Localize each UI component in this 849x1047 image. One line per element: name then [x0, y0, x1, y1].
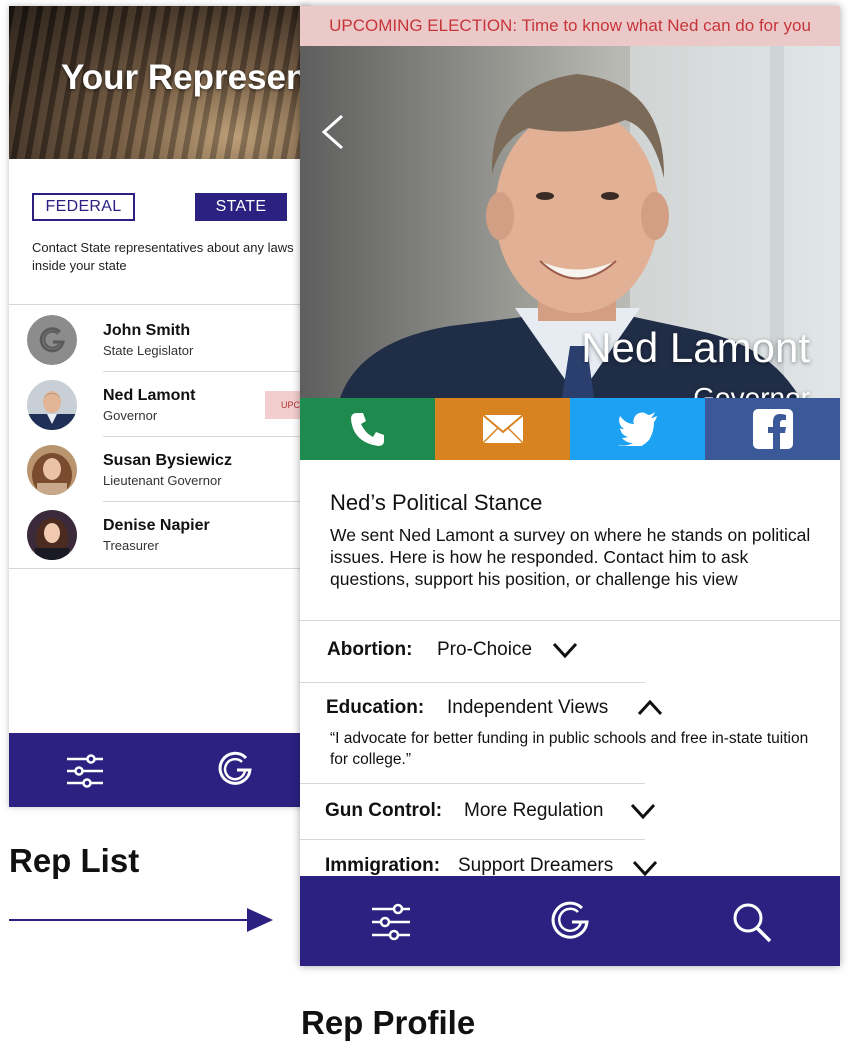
- rep-name: John Smith: [103, 322, 191, 339]
- tab-state[interactable]: STATE: [195, 193, 287, 221]
- facebook-icon: [752, 409, 793, 449]
- avatar: [27, 445, 77, 495]
- bottom-nav: [300, 876, 840, 966]
- rep-list-screen: Your Representatives FEDERAL STATE Conta…: [9, 6, 309, 807]
- avatar: [27, 315, 77, 365]
- profile-name: Ned Lamont: [581, 324, 810, 371]
- avatar: [27, 510, 77, 560]
- issue-label: Gun Control:: [325, 800, 443, 821]
- rep-profile-screen: UPCOMING ELECTION: Time to know what Ned…: [300, 6, 840, 966]
- facebook-button[interactable]: [705, 398, 840, 460]
- back-chevron-icon[interactable]: [318, 112, 348, 152]
- twitter-button[interactable]: [570, 398, 705, 460]
- g-logo-icon[interactable]: [549, 898, 591, 942]
- profile-photo: Ned Lamont Governor: [300, 46, 840, 398]
- contact-bar: [300, 398, 840, 460]
- rep-title: Lieutenant Governor: [103, 473, 222, 488]
- arrow-right-icon: [9, 908, 273, 932]
- chevron-down-icon[interactable]: [629, 797, 657, 825]
- call-button[interactable]: [300, 398, 435, 460]
- rep-profile-caption: Rep Profile: [301, 1004, 476, 1041]
- rep-title: Treasurer: [103, 538, 159, 553]
- issue-value: Independent Views: [447, 697, 609, 718]
- issue-value: Pro-Choice: [437, 639, 533, 660]
- issue-label: Immigration:: [325, 855, 441, 876]
- avatar: [27, 380, 77, 430]
- issue-row-education[interactable]: Education: Independent Views: [326, 688, 663, 728]
- rep-name: Denise Napier: [103, 517, 210, 534]
- phone-icon: [350, 413, 384, 446]
- rep-title: Governor: [103, 408, 158, 423]
- rep-name: Susan Bysiewicz: [103, 452, 232, 469]
- list-item[interactable]: Ned Lamont Governor UPC: [9, 373, 309, 437]
- page-title: Your Representatives: [61, 58, 309, 97]
- list-item[interactable]: John Smith State Legislator: [9, 308, 309, 372]
- profile-role: Governor: [693, 382, 810, 398]
- bottom-nav: [9, 733, 309, 807]
- email-button[interactable]: [435, 398, 570, 460]
- chevron-down-icon[interactable]: [551, 636, 579, 664]
- rep-title: State Legislator: [103, 343, 194, 358]
- chevron-up-icon[interactable]: [636, 694, 664, 722]
- twitter-icon: [617, 412, 657, 446]
- rep-list-caption: Rep List: [9, 842, 140, 879]
- issue-value: Support Dreamers: [458, 855, 614, 876]
- issue-label: Abortion:: [327, 639, 413, 660]
- search-icon[interactable]: [730, 900, 774, 944]
- tab-federal[interactable]: FEDERAL: [32, 193, 135, 221]
- mail-icon: [481, 414, 524, 444]
- stance-title: Ned’s Political Stance: [330, 490, 543, 515]
- rep-name: Ned Lamont: [103, 387, 196, 404]
- issue-detail: “I advocate for better funding in public…: [330, 730, 809, 768]
- g-logo-icon[interactable]: [215, 749, 255, 789]
- issue-value: More Regulation: [464, 800, 604, 821]
- issue-row-abortion[interactable]: Abortion: Pro-Choice: [327, 630, 578, 670]
- issue-row-gun-control[interactable]: Gun Control: More Regulation: [325, 791, 656, 831]
- stance-description: We sent Ned Lamont a survey on where he …: [330, 525, 811, 589]
- list-item[interactable]: Susan Bysiewicz Lieutenant Governor: [9, 438, 309, 502]
- list-description: Contact State representatives about any …: [32, 240, 294, 273]
- filter-icon[interactable]: [65, 753, 105, 789]
- election-banner[interactable]: UPCOMING ELECTION: Time to know what Ned…: [300, 6, 840, 46]
- issue-label: Education:: [326, 697, 425, 718]
- filter-icon[interactable]: [370, 902, 412, 942]
- hero-image: Your Representatives: [9, 6, 309, 159]
- list-item[interactable]: Denise Napier Treasurer: [9, 503, 309, 567]
